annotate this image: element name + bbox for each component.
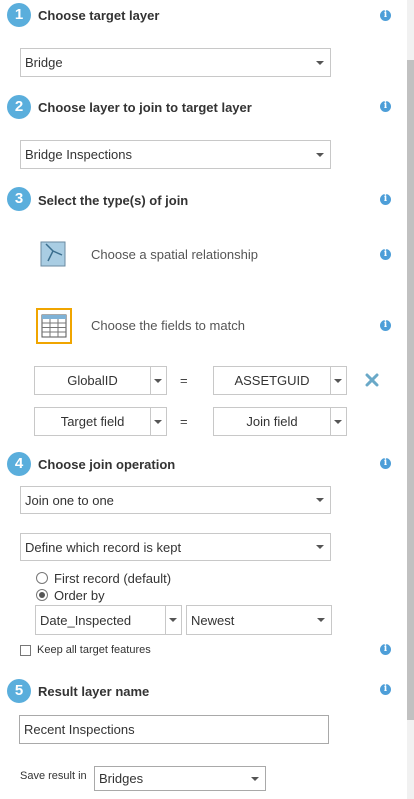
order-field-dropdown[interactable]: Date_Inspected: [35, 605, 182, 635]
spatial-relationship-icon[interactable]: [40, 241, 66, 267]
save-result-label: Save result in: [20, 770, 87, 782]
step-2-badge: 2: [7, 95, 31, 119]
join-field-dropdown[interactable]: Join field: [213, 407, 347, 436]
info-icon[interactable]: i: [380, 101, 391, 112]
chevron-down-icon: [316, 545, 324, 549]
chevron-down-icon: [334, 378, 342, 383]
chevron-down-icon: [154, 419, 162, 424]
chevron-down-icon: [316, 60, 324, 65]
chevron-down-icon: [316, 498, 324, 502]
step-1-title: Choose target layer: [38, 8, 160, 23]
info-icon[interactable]: i: [380, 10, 391, 21]
chevron-down-icon: [316, 152, 324, 157]
result-layer-name-input[interactable]: Recent Inspections: [19, 715, 329, 744]
first-record-label: First record (default): [54, 571, 172, 586]
chevron-down-icon: [154, 378, 162, 383]
chevron-down-icon: [334, 419, 342, 424]
scrollbar-thumb[interactable]: [407, 60, 414, 720]
target-field-dropdown[interactable]: Target field: [34, 407, 167, 436]
keep-all-checkbox[interactable]: [20, 645, 31, 656]
order-by-radio[interactable]: [36, 589, 48, 601]
chevron-down-icon: [317, 618, 325, 622]
step-1-badge: 1: [7, 3, 31, 27]
chevron-down-icon: [169, 618, 177, 622]
info-icon[interactable]: i: [380, 684, 391, 695]
first-record-radio[interactable]: [36, 572, 48, 584]
equals-sign: =: [180, 373, 188, 388]
equals-sign: =: [180, 414, 188, 429]
join-operation-dropdown[interactable]: Join one to one: [20, 486, 331, 514]
spatial-relationship-label[interactable]: Choose a spatial relationship: [91, 247, 258, 262]
info-icon[interactable]: i: [380, 644, 391, 655]
step-5-title: Result layer name: [38, 684, 150, 699]
step-2-title: Choose layer to join to target layer: [38, 100, 252, 115]
order-by-label: Order by: [54, 588, 105, 603]
step-4-badge: 4: [7, 452, 31, 476]
info-icon[interactable]: i: [380, 194, 391, 205]
step-3-badge: 3: [7, 187, 31, 211]
info-icon[interactable]: i: [380, 458, 391, 469]
step-3-title: Select the type(s) of join: [38, 193, 189, 208]
info-icon[interactable]: i: [380, 320, 391, 331]
save-folder-dropdown[interactable]: Bridges: [94, 766, 266, 791]
chevron-down-icon: [251, 776, 259, 781]
target-layer-dropdown[interactable]: Bridge: [20, 48, 331, 77]
target-field-dropdown[interactable]: GlobalID: [34, 366, 167, 395]
fields-match-label[interactable]: Choose the fields to match: [91, 318, 245, 333]
join-field-dropdown[interactable]: ASSETGUID: [213, 366, 347, 395]
fields-match-icon[interactable]: [36, 308, 72, 344]
step-5-badge: 5: [7, 679, 31, 703]
step-4-title: Choose join operation: [38, 457, 176, 472]
remove-field-icon[interactable]: [365, 373, 379, 387]
record-kept-dropdown[interactable]: Define which record is kept: [20, 533, 331, 561]
info-icon[interactable]: i: [380, 249, 391, 260]
order-direction-dropdown[interactable]: Newest: [186, 605, 332, 635]
keep-all-label: Keep all target features: [37, 644, 151, 656]
join-layer-dropdown[interactable]: Bridge Inspections: [20, 140, 331, 169]
